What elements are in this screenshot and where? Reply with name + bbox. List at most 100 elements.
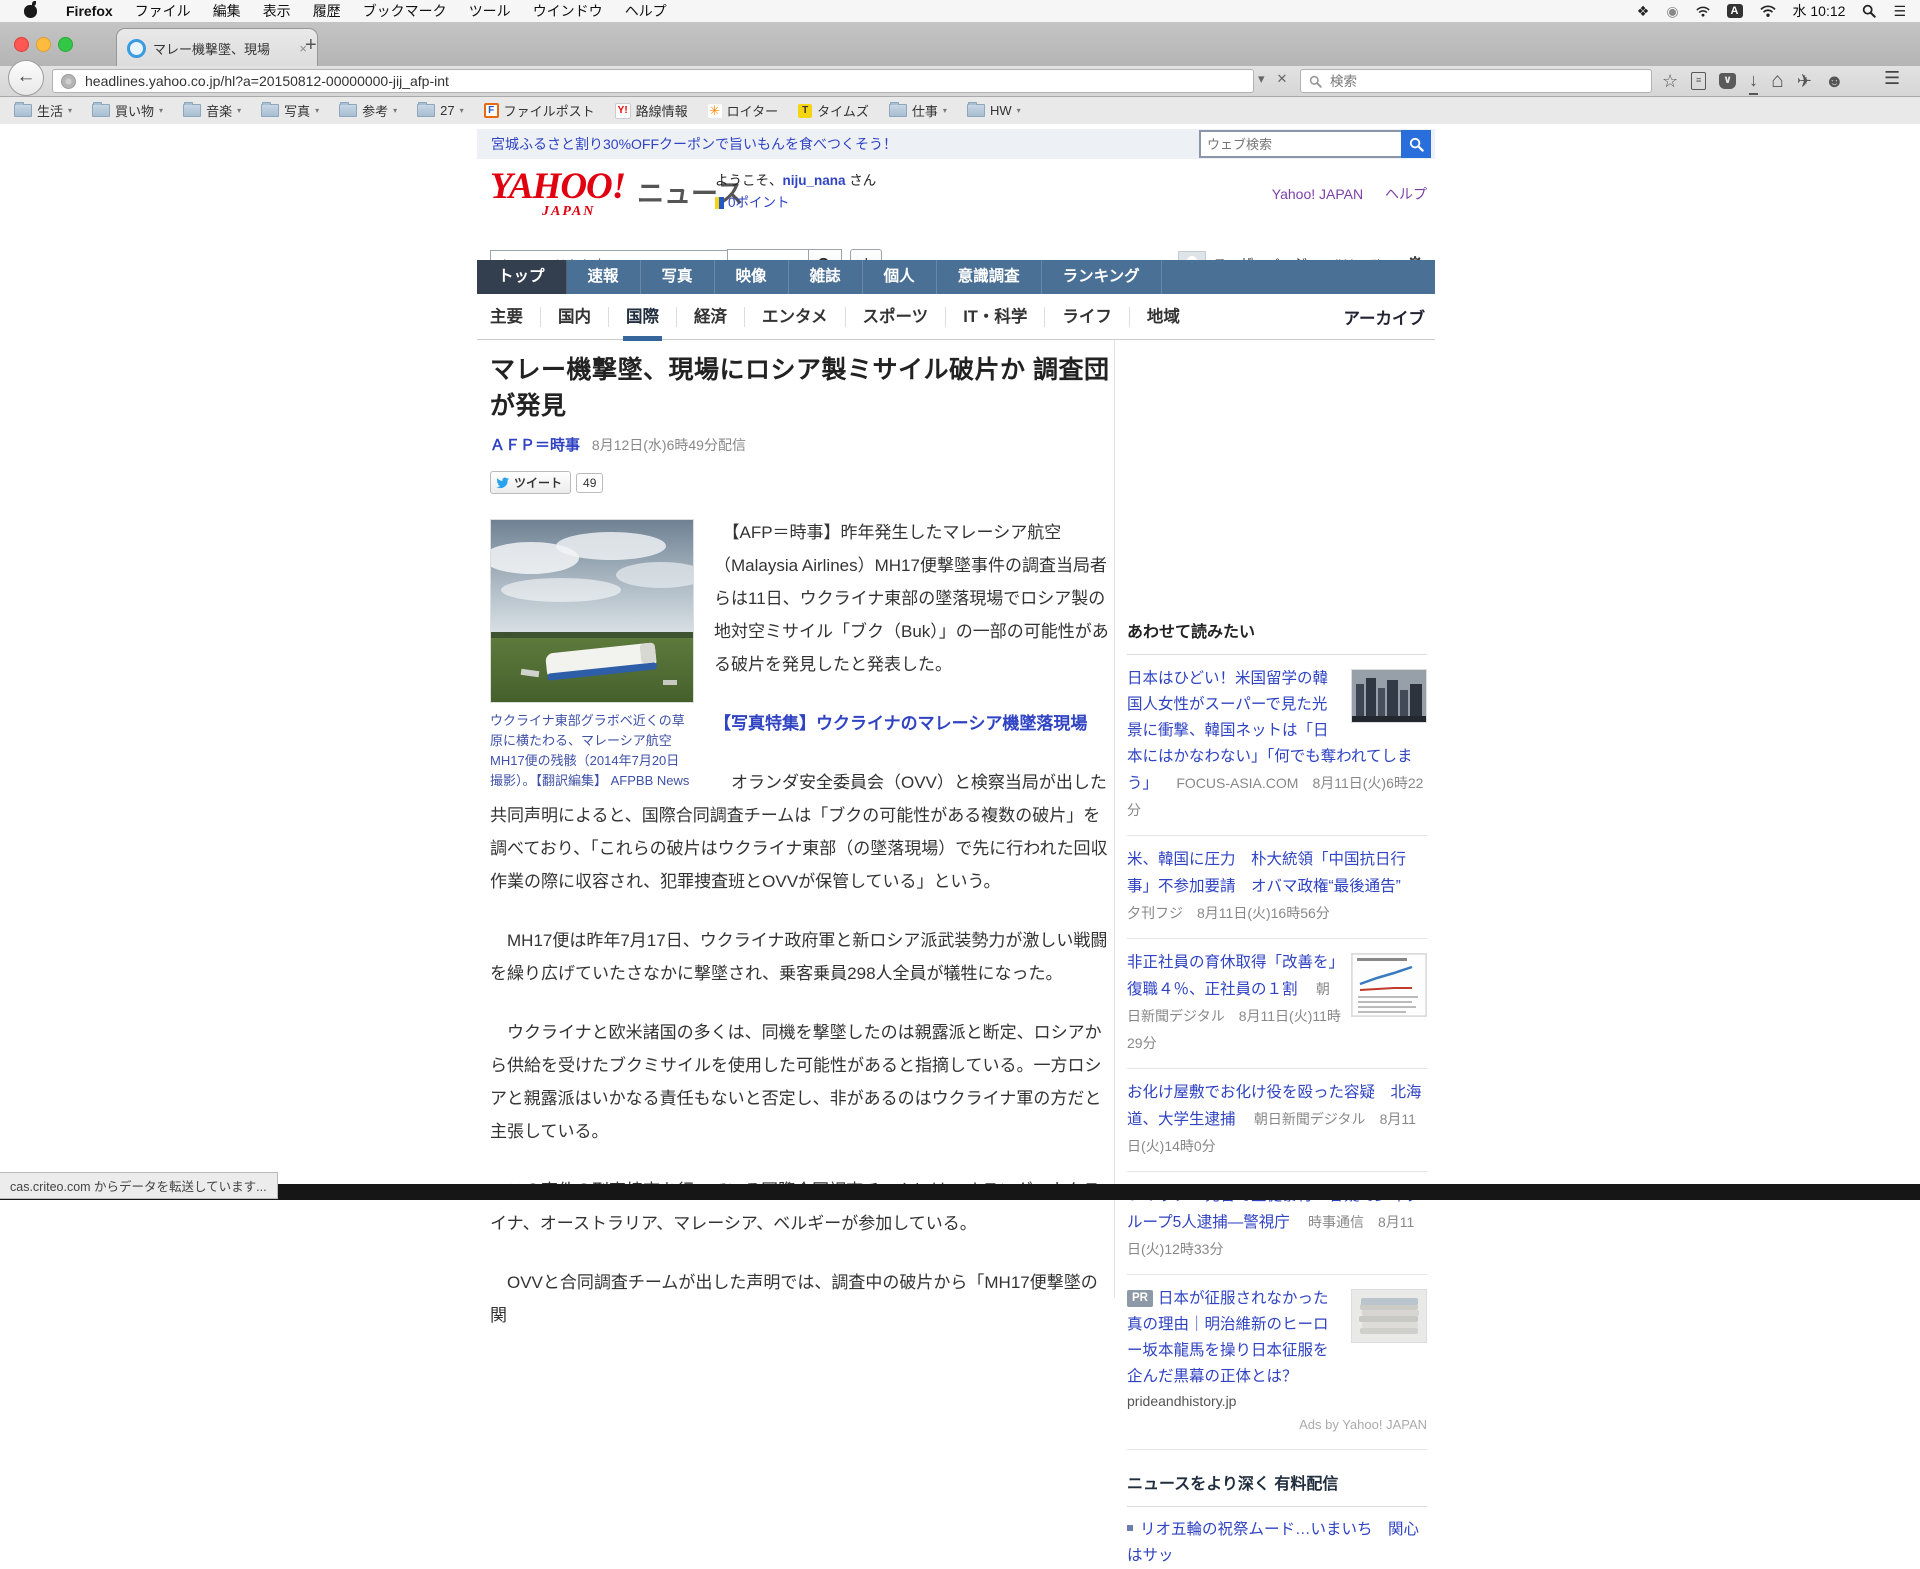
points-link[interactable]: 0ポイント	[728, 195, 790, 210]
menubar-clock[interactable]: 水 10:12	[1793, 1, 1846, 21]
tab-magazine[interactable]: 雑誌	[789, 260, 863, 294]
folder-icon	[183, 102, 202, 117]
sidebar: あわせて読みたい 日本はひどい！米国留学の韓国人女性がスーパーで見た光景に衝撃、…	[1127, 350, 1427, 1569]
bookmark-folder[interactable]: 買い物 ▾	[92, 101, 163, 120]
related-source: FOCUS-ASIA.COM	[1176, 775, 1299, 791]
search-input[interactable]	[1328, 72, 1651, 90]
tweet-button[interactable]: ツイート	[490, 471, 572, 494]
tab-video[interactable]: 映像	[715, 260, 789, 294]
bookmark-folder[interactable]: 生活 ▾	[14, 101, 72, 120]
column-divider	[1114, 340, 1115, 1298]
search-bar[interactable]	[1300, 69, 1652, 93]
help-link[interactable]: ヘルプ	[1385, 186, 1427, 202]
tab-survey[interactable]: 意識調査	[937, 260, 1042, 294]
pocket-icon[interactable]: ∨	[1719, 73, 1737, 89]
hello-icon[interactable]: ☻	[1825, 68, 1844, 94]
yahoo-logo[interactable]: YAHOO! JAPAN	[490, 168, 640, 220]
subnav-local[interactable]: 地域	[1130, 307, 1197, 327]
paid-news-link[interactable]: リオ五輪の祝祭ムード…いまいち 関心はサッ	[1127, 1521, 1419, 1564]
airport-device-icon[interactable]	[1696, 6, 1710, 17]
promo-link[interactable]: 宮城ふるさと割り30%OFFクーポンで旨いもんを食べつくそう！	[491, 134, 897, 154]
tab-top[interactable]: トップ	[477, 260, 567, 294]
subnav-main[interactable]: 主要	[477, 306, 541, 327]
apple-menu-icon[interactable]	[24, 0, 37, 18]
subnav-life[interactable]: ライフ	[1045, 306, 1130, 327]
url-bar[interactable]	[52, 69, 1254, 93]
ad-site: prideandhistory.jp	[1127, 1393, 1237, 1409]
subnav-sports[interactable]: スポーツ	[846, 306, 947, 327]
ad-item: PR 日本が征服されなかった真の理由｜明治維新のヒーロー坂本龍馬を操り日本征服を企…	[1127, 1275, 1427, 1450]
article-photo[interactable]	[490, 519, 694, 703]
article-photo-box[interactable]: ウクライナ東部グラボベ近くの草原に横たわる、マレーシア航空MH17便の残骸（20…	[490, 519, 694, 791]
ad-thumbnail-magazines[interactable]	[1351, 1289, 1427, 1343]
bullet-icon	[1127, 1525, 1133, 1531]
tab-sokuho[interactable]: 速報	[567, 260, 641, 294]
search-icon	[1309, 75, 1322, 88]
related-link[interactable]: 米、韓国に圧力 朴大統領「中国抗日行事」不参加要請 オバマ政権“最後通告”	[1127, 851, 1406, 895]
notification-center-icon[interactable]: ☰	[1893, 3, 1906, 20]
tab-photo[interactable]: 写真	[641, 260, 715, 294]
bookmark-folder[interactable]: HW ▾	[966, 102, 1021, 118]
yahoo-header: YAHOO! JAPAN ニュース ようこそ、niju_nana さん 0ポイン…	[477, 162, 1435, 240]
browser-tab[interactable]: マレー機撃墜、現場にロシ... ×	[116, 28, 318, 67]
web-search-input[interactable]	[1199, 130, 1401, 158]
home-icon[interactable]: ⌂	[1771, 68, 1784, 94]
tab-personal[interactable]: 個人	[863, 260, 937, 294]
menu-view[interactable]: 表示	[252, 1, 302, 21]
bookmark-folder[interactable]: 写真 ▾	[261, 101, 319, 120]
wifi-icon[interactable]	[1760, 5, 1776, 17]
ad-link[interactable]: 日本が征服されなかった真の理由｜明治維新のヒーロー坂本龍馬を操り日本征服を企んだ…	[1127, 1290, 1329, 1385]
menu-tools[interactable]: ツール	[458, 1, 522, 21]
back-button[interactable]: ←	[8, 60, 44, 96]
username-link[interactable]: niju_nana	[783, 173, 846, 188]
stop-button[interactable]: ✕	[1277, 71, 1288, 87]
bookmark-star-icon[interactable]: ☆	[1662, 68, 1678, 94]
urlbar-dropdown-icon[interactable]: ▾	[1258, 71, 1265, 87]
menu-help[interactable]: ヘルプ	[614, 1, 678, 21]
archive-link[interactable]: アーカイブ	[1343, 305, 1425, 329]
tab-ranking[interactable]: ランキング	[1042, 260, 1162, 294]
dropbox-icon[interactable]: ❖	[1637, 3, 1650, 20]
subnav-entertainment[interactable]: エンタメ	[745, 306, 846, 327]
menu-history[interactable]: 履歴	[302, 1, 352, 21]
site-identity-icon[interactable]	[61, 73, 76, 89]
related-thumbnail-city[interactable]	[1351, 669, 1427, 723]
dock-edge	[0, 1184, 1920, 1200]
zoom-window-button[interactable]	[58, 37, 73, 52]
bookmark-times[interactable]: T タイムズ	[798, 101, 869, 120]
source-link[interactable]: ＡＦＰ＝時事	[490, 437, 580, 454]
menu-edit[interactable]: 編集	[202, 1, 252, 21]
folder-icon	[966, 102, 985, 117]
menu-file[interactable]: ファイル	[124, 1, 202, 21]
bookmark-filepost[interactable]: F ファイルポスト	[483, 101, 595, 120]
bookmark-folder[interactable]: 音楽 ▾	[183, 101, 241, 120]
bookmark-folder[interactable]: 27 ▾	[417, 102, 464, 118]
subnav-economy[interactable]: 経済	[677, 306, 745, 327]
web-search-button[interactable]	[1401, 130, 1431, 158]
subnav-domestic[interactable]: 国内	[541, 306, 609, 327]
menu-bookmarks[interactable]: ブックマーク	[352, 1, 458, 21]
share-icon[interactable]: ✈	[1797, 68, 1812, 94]
new-tab-button[interactable]: +	[305, 34, 317, 57]
menu-firefox[interactable]: Firefox	[55, 3, 124, 19]
yahoo-japan-link[interactable]: Yahoo! JAPAN	[1272, 186, 1363, 202]
url-input[interactable]	[83, 72, 1253, 90]
folder-icon	[14, 102, 32, 117]
related-item: お化け屋敷でお化け役を殴った容疑 北海道、大学生逮捕 朝日新聞デジタル 8月11…	[1127, 1069, 1427, 1172]
menu-window[interactable]: ウインドウ	[522, 1, 614, 21]
close-window-button[interactable]	[14, 37, 29, 52]
spotlight-icon[interactable]	[1862, 4, 1876, 18]
minimize-window-button[interactable]	[36, 37, 51, 52]
creative-cloud-icon[interactable]: ◉	[1666, 3, 1678, 20]
input-method-icon[interactable]: A	[1726, 4, 1743, 18]
menu-hamburger-icon[interactable]: ☰	[1884, 68, 1900, 89]
reading-list-icon[interactable]: ≡	[1691, 72, 1707, 90]
subnav-international[interactable]: 国際	[609, 306, 677, 341]
bookmark-reuters[interactable]: ✳ ロイター	[707, 101, 778, 120]
related-thumbnail-chart[interactable]	[1351, 953, 1427, 1017]
subnav-it[interactable]: IT・科学	[946, 306, 1046, 327]
bookmark-transit[interactable]: Y! 路線情報	[614, 101, 688, 120]
downloads-icon[interactable]: ↓	[1749, 67, 1759, 95]
bookmark-folder[interactable]: 仕事 ▾	[888, 101, 947, 120]
bookmark-folder[interactable]: 参考 ▾	[339, 101, 397, 120]
